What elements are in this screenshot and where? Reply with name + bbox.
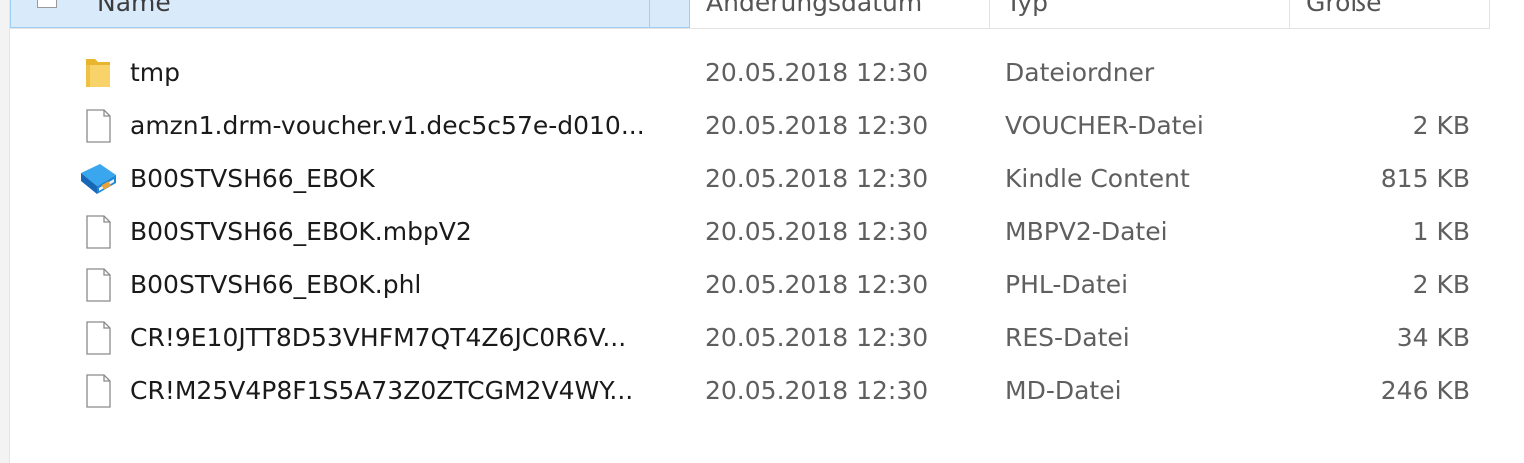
- file-name: CR!9E10JTT8D53VHFM7QT4Z6JC0R6V...: [130, 323, 627, 352]
- file-type: PHL-Datei: [1005, 270, 1129, 299]
- file-date: 20.05.2018 12:30: [705, 164, 929, 193]
- file-explorer: Name Änderungsdatum Typ Größe tmp 20.05.…: [0, 0, 1524, 463]
- file-name: B00STVSH66_EBOK.phl: [130, 270, 422, 299]
- file-date: 20.05.2018 12:30: [705, 58, 929, 87]
- file-date: 20.05.2018 12:30: [705, 217, 929, 246]
- file-type: VOUCHER-Datei: [1005, 111, 1204, 140]
- file-row-phl[interactable]: B00STVSH66_EBOK.phl 20.05.2018 12:30 PHL…: [0, 258, 1524, 311]
- file-size: 2 KB: [1412, 270, 1470, 299]
- file-list: tmp 20.05.2018 12:30 Dateiordner amzn1.d…: [0, 46, 1524, 417]
- file-date: 20.05.2018 12:30: [705, 270, 929, 299]
- file-icon: [78, 320, 118, 356]
- column-header-date-label: Änderungsdatum: [706, 0, 923, 17]
- file-row-md[interactable]: CR!M25V4P8F1S5A73Z0ZTCGM2V4WY... 20.05.2…: [0, 364, 1524, 417]
- column-header-size[interactable]: Größe: [1290, 0, 1490, 28]
- file-row-ebok[interactable]: B00STVSH66_EBOK 20.05.2018 12:30 Kindle …: [0, 152, 1524, 205]
- column-header-date[interactable]: Änderungsdatum: [690, 0, 990, 28]
- select-all-checkbox[interactable]: [37, 0, 57, 8]
- file-size: [1290, 46, 1470, 99]
- file-row-res[interactable]: CR!9E10JTT8D53VHFM7QT4Z6JC0R6V... 20.05.…: [0, 311, 1524, 364]
- file-type: Dateiordner: [1005, 58, 1155, 87]
- file-size: 1 KB: [1412, 217, 1470, 246]
- column-header-name[interactable]: Name: [10, 0, 690, 28]
- file-name: tmp: [130, 58, 181, 87]
- file-icon: [78, 373, 118, 409]
- column-header-bar: Name Änderungsdatum Typ Größe: [10, 0, 1490, 29]
- file-name: CR!M25V4P8F1S5A73Z0ZTCGM2V4WY...: [130, 376, 634, 405]
- column-header-type[interactable]: Typ: [990, 0, 1290, 28]
- file-date: 20.05.2018 12:30: [705, 323, 929, 352]
- file-type: MBPV2-Datei: [1005, 217, 1168, 246]
- file-icon: [78, 214, 118, 250]
- file-size: 815 KB: [1380, 164, 1470, 193]
- file-icon: [78, 108, 118, 144]
- column-header-name-dropdown-divider[interactable]: [649, 0, 650, 27]
- column-header-size-label: Größe: [1306, 0, 1382, 17]
- file-name: B00STVSH66_EBOK: [130, 164, 375, 193]
- file-name: amzn1.drm-voucher.v1.dec5c57e-d010...: [130, 111, 645, 140]
- file-icon: [78, 267, 118, 303]
- file-row-tmp[interactable]: tmp 20.05.2018 12:30 Dateiordner: [0, 46, 1524, 99]
- kindle-book-icon: [78, 161, 118, 197]
- file-name: B00STVSH66_EBOK.mbpV2: [130, 217, 472, 246]
- file-size: 34 KB: [1396, 323, 1470, 352]
- folder-icon: [78, 55, 118, 91]
- file-size: 2 KB: [1412, 111, 1470, 140]
- column-header-type-label: Typ: [1006, 0, 1049, 17]
- file-date: 20.05.2018 12:30: [705, 376, 929, 405]
- file-size: 246 KB: [1380, 376, 1470, 405]
- file-row-voucher[interactable]: amzn1.drm-voucher.v1.dec5c57e-d010... 20…: [0, 99, 1524, 152]
- file-type: RES-Datei: [1005, 323, 1130, 352]
- file-row-mbpv2[interactable]: B00STVSH66_EBOK.mbpV2 20.05.2018 12:30 M…: [0, 205, 1524, 258]
- file-type: MD-Datei: [1005, 376, 1122, 405]
- column-header-name-label: Name: [97, 0, 171, 17]
- file-type: Kindle Content: [1005, 164, 1190, 193]
- file-date: 20.05.2018 12:30: [705, 111, 929, 140]
